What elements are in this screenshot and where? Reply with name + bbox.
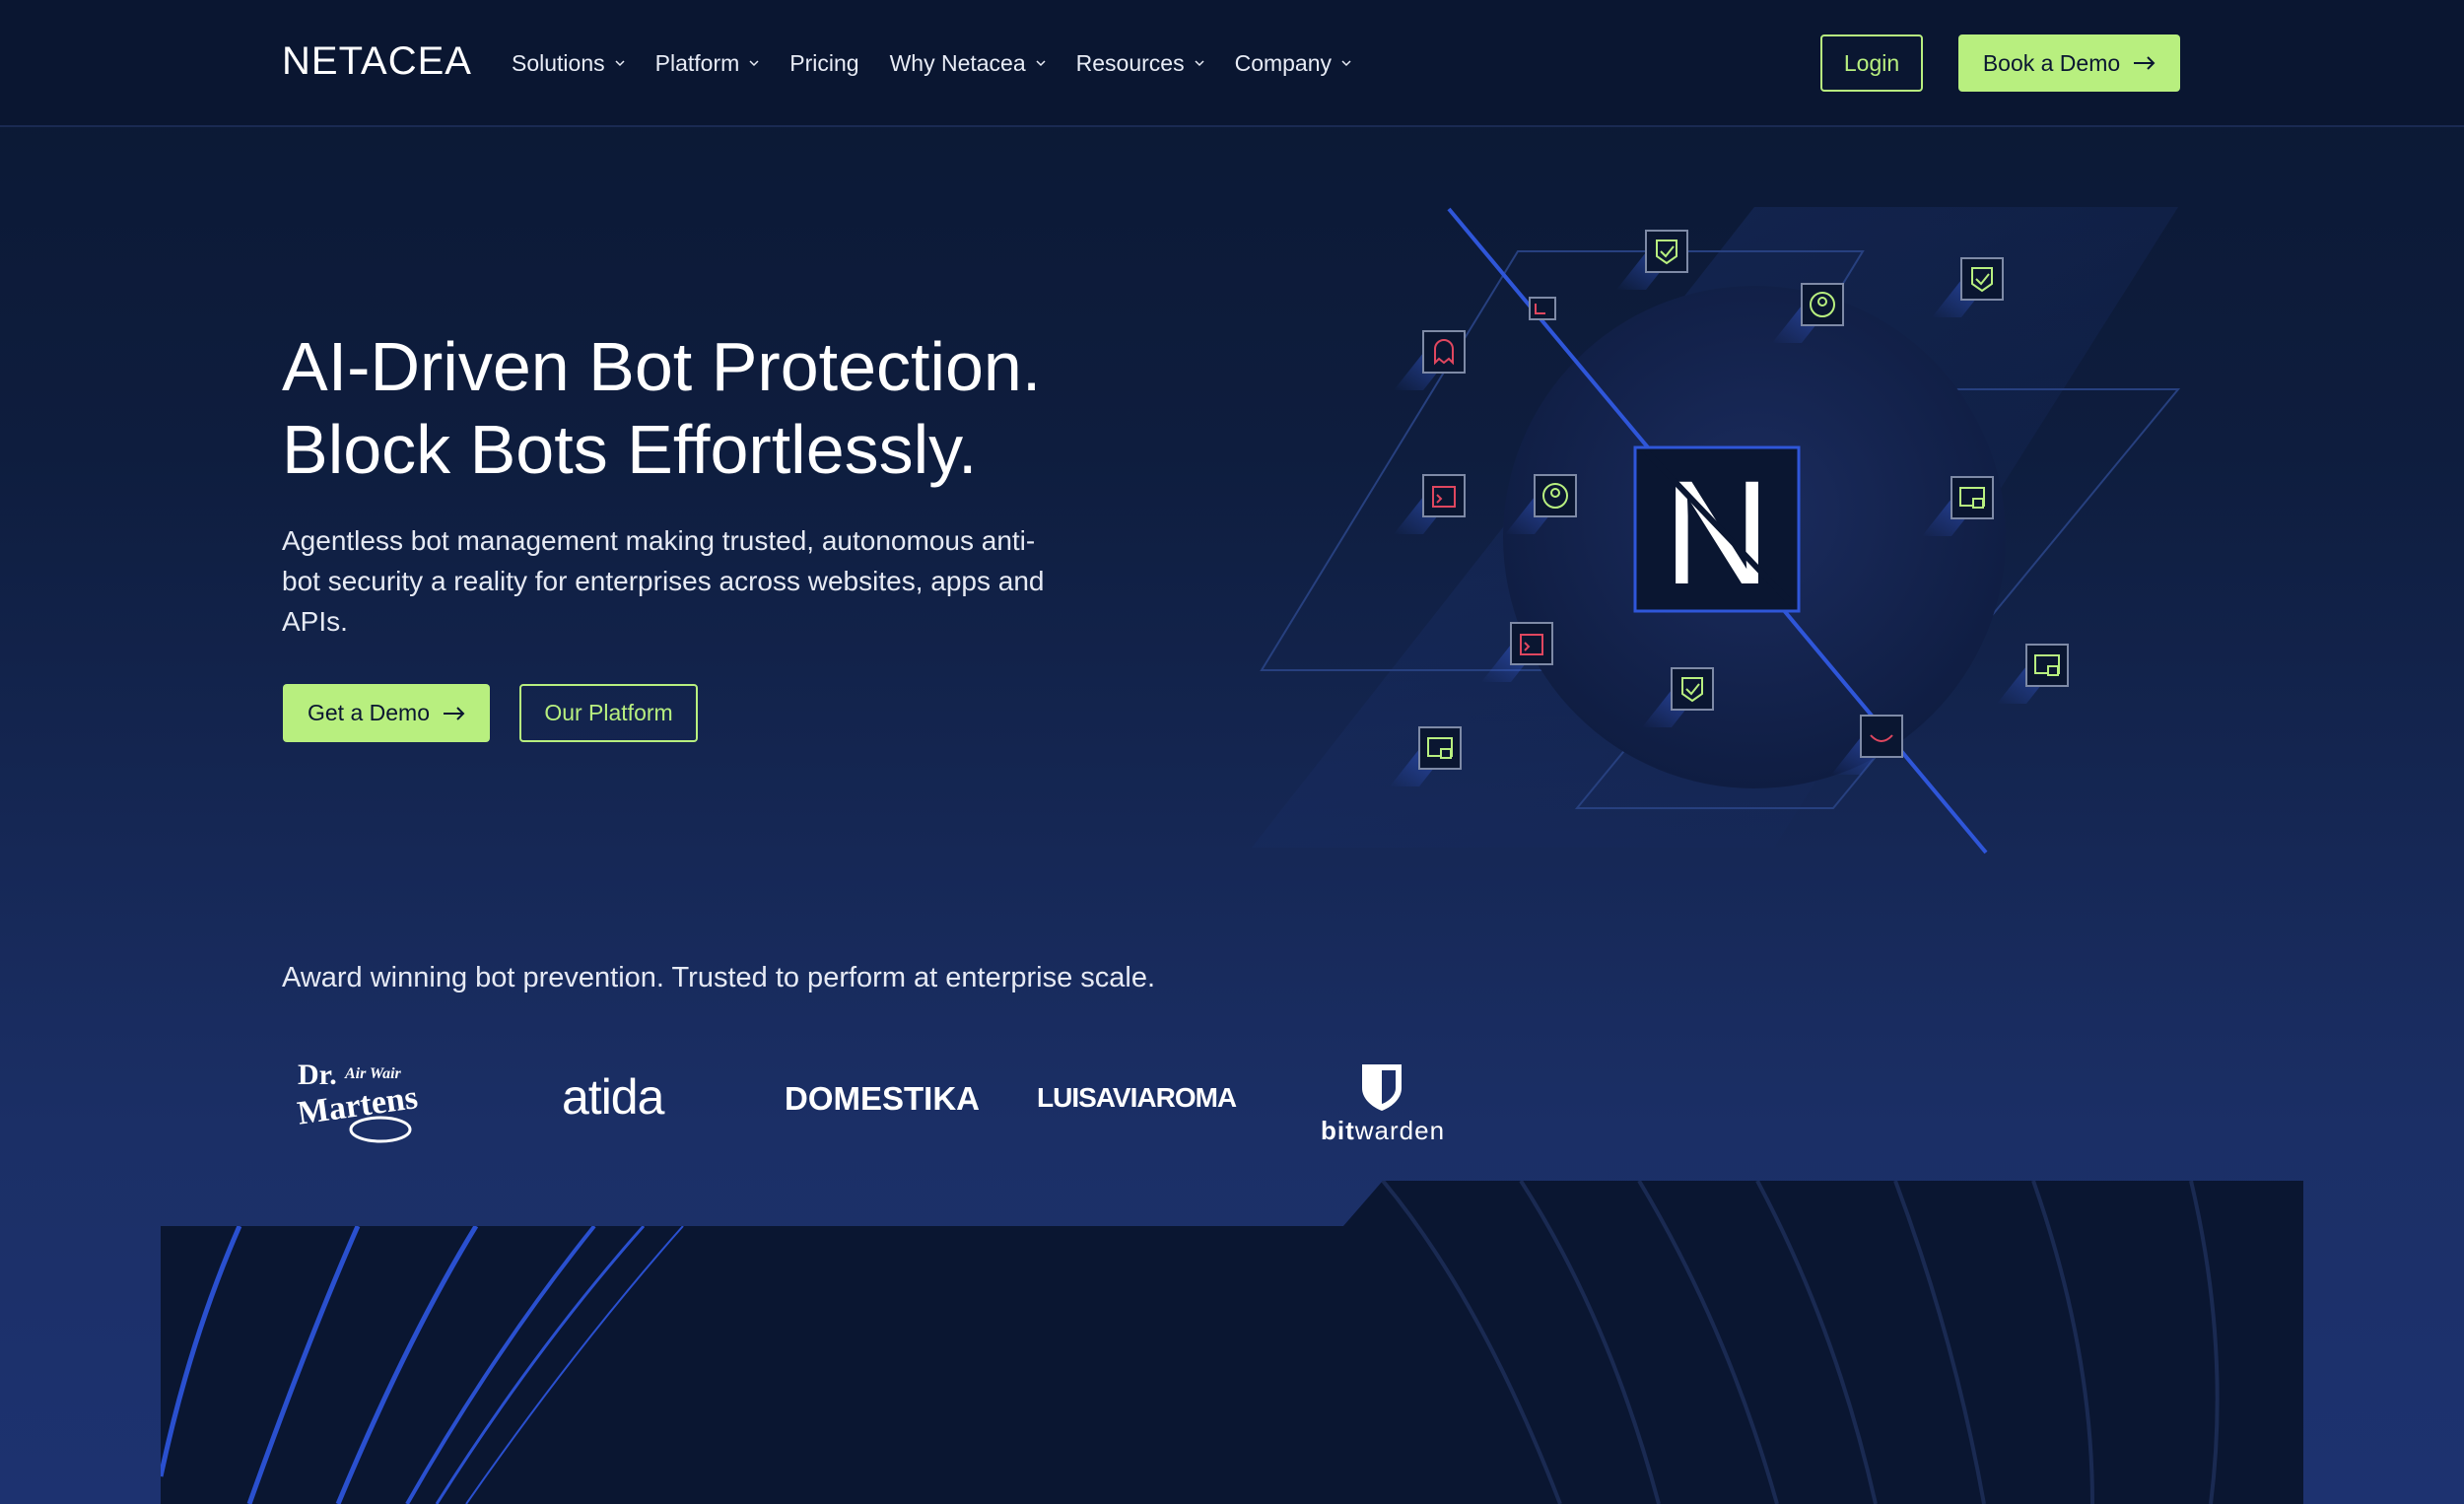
emblem-letter: N (1664, 449, 1770, 615)
bitwarden-shield-icon (1362, 1064, 1402, 1111)
nav-item-label: Resources (1075, 49, 1185, 76)
domestika-logo: DOMESTIKA (785, 1080, 980, 1117)
chevron-down-icon (1195, 60, 1204, 67)
arrow-right-icon (444, 706, 465, 720)
panel-shape (161, 1181, 2303, 1504)
trusted-heading: Award winning bot prevention. Trusted to… (282, 962, 1156, 993)
luisaviaroma-logo: LUISAVIAROMA (1037, 1082, 1237, 1113)
small-red-icon (1529, 297, 1556, 320)
book-demo-label: Book a Demo (1982, 49, 2121, 76)
site-header: NETACEA Solutions Platform Pricing Why N… (0, 0, 2464, 127)
ghost-icon (1394, 330, 1466, 390)
bottom-panel (161, 1181, 2303, 1504)
get-demo-label: Get a Demo (308, 700, 430, 725)
client-logos: Dr. Air Wair Martens atida DOMESTIKA LUI… (282, 1045, 1563, 1163)
dr-martens-mid: Air Wair (344, 1065, 402, 1082)
hero-subtitle: Agentless bot management making trusted,… (282, 525, 1045, 637)
chevron-down-icon (1341, 60, 1351, 67)
bitwarden-bold: bit (1321, 1116, 1355, 1145)
get-demo-button[interactable]: Get a Demo (283, 684, 490, 742)
bitwarden-rest: warden (1354, 1116, 1446, 1145)
nav-item-solutions[interactable]: Solutions (512, 47, 625, 79)
dr-martens-top: Dr. (298, 1059, 337, 1091)
nav-item-why-netacea[interactable]: Why Netacea (890, 47, 1046, 79)
nav-item-company[interactable]: Company (1235, 47, 1351, 79)
chevron-down-icon (615, 60, 625, 67)
netacea-logo[interactable]: NETACEA (282, 39, 472, 84)
our-platform-button[interactable]: Our Platform (519, 684, 698, 742)
hero-title-line: AI-Driven Bot Protection. (282, 328, 1042, 405)
terminal-icon (1394, 474, 1466, 534)
nav-item-pricing[interactable]: Pricing (789, 47, 858, 79)
arrow-right-icon (2134, 56, 2156, 70)
nav-item-label: Solutions (512, 49, 605, 76)
hero-title-line: Block Bots Effortlessly. (282, 411, 978, 488)
nav-item-label: Company (1234, 49, 1333, 76)
bitwarden-wordmark: bitwarden (1321, 1116, 1445, 1146)
main-nav: Solutions Platform Pricing Why Netacea R… (512, 47, 1382, 79)
login-button[interactable]: Login (1820, 34, 1923, 92)
bitwarden-logo: bitwarden (1321, 1062, 1449, 1161)
nav-item-label: Why Netacea (889, 49, 1026, 76)
hero-illustration: N (1252, 207, 2181, 855)
dr-martens-logo: Dr. Air Wair Martens (296, 1059, 420, 1143)
nav-item-platform[interactable]: Platform (655, 47, 760, 79)
nav-item-resources[interactable]: Resources (1076, 47, 1204, 79)
nav-item-label: Pricing (789, 49, 859, 76)
shield-check-icon (1616, 230, 1688, 290)
chevron-down-icon (1036, 60, 1046, 67)
book-demo-button[interactable]: Book a Demo (1958, 34, 2180, 92)
hero-title: AI-Driven Bot Protection. Block Bots Eff… (282, 325, 1169, 491)
window-lock-icon (1997, 644, 2069, 704)
atida-logo: atida (562, 1069, 664, 1125)
chevron-down-icon (749, 60, 759, 67)
nav-item-label: Platform (654, 49, 740, 76)
